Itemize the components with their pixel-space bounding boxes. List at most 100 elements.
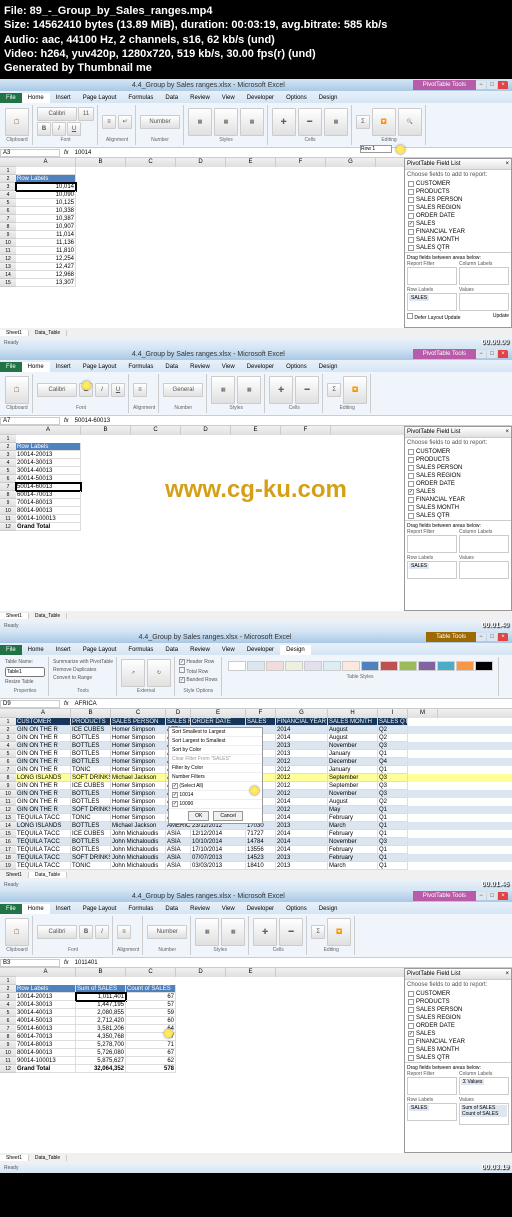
context-tab[interactable]: PivotTable Tools [413, 80, 476, 90]
cell[interactable]: 11,810 [16, 247, 76, 255]
tab-home[interactable]: Home [22, 93, 50, 103]
field-item[interactable]: FINANCIAL YEAR [405, 228, 511, 236]
cell[interactable]: 60014-70013 [16, 491, 81, 499]
find-button[interactable]: 🔍 [398, 108, 422, 136]
cancel-button[interactable]: Cancel [213, 811, 243, 821]
number-filters[interactable]: Number Filters [169, 773, 262, 782]
cell[interactable]: 10,907 [16, 223, 76, 231]
sheet-tab-2[interactable]: Data_Table [29, 330, 67, 336]
font-select[interactable]: Calibri [37, 107, 77, 121]
cell-styles-button[interactable]: ▦ [240, 108, 264, 136]
bold-button[interactable]: B [37, 122, 51, 136]
cell[interactable]: 40014-50013 [16, 475, 81, 483]
cell[interactable]: 80014-90013 [16, 507, 81, 515]
row-labels-zone[interactable]: SALES [407, 293, 457, 311]
cell[interactable]: 70014-80013 [16, 499, 81, 507]
row-1[interactable]: 1 [0, 167, 16, 175]
maximize-icon[interactable]: □ [487, 350, 497, 358]
close-icon[interactable]: × [498, 81, 508, 89]
format-table-button[interactable]: ▦ [214, 108, 238, 136]
field-item[interactable]: SALES QTR [405, 244, 511, 252]
col-a[interactable]: A [16, 158, 76, 167]
ok-button[interactable]: OK [188, 811, 209, 821]
cell[interactable]: 50014-60013 [16, 483, 81, 491]
number-format[interactable]: Number [140, 115, 180, 129]
col-f[interactable]: F [276, 158, 326, 167]
fx-icon[interactable]: fx [60, 150, 73, 156]
cell[interactable]: 11,014 [16, 231, 76, 239]
col-d[interactable]: D [176, 158, 226, 167]
tab-data[interactable]: Data [159, 93, 184, 103]
autosum-button[interactable]: Σ [356, 115, 370, 129]
row-labels-header[interactable]: Row Labels [16, 175, 76, 183]
clear-filter[interactable]: Clear Filter From "SALES" [169, 755, 262, 764]
field-list-close-icon[interactable]: × [505, 161, 509, 167]
update-button[interactable]: Update [493, 313, 509, 321]
tab-page-layout[interactable]: Page Layout [77, 93, 123, 103]
select-all-corner[interactable] [0, 158, 16, 167]
minimize-icon[interactable]: − [476, 81, 486, 89]
row-2[interactable]: 2 [0, 175, 16, 183]
close-icon[interactable]: × [498, 350, 508, 358]
underline-button[interactable]: U [67, 122, 81, 136]
field-item[interactable]: SALES REGION [405, 204, 511, 212]
field-item[interactable]: SALES PERSON [405, 196, 511, 204]
sort-asc[interactable]: Sort Smallest to Largest [169, 728, 262, 737]
cell[interactable]: 30014-40013 [16, 467, 81, 475]
font-size[interactable]: 11 [78, 107, 94, 121]
file-tab[interactable]: File [0, 93, 22, 103]
format-button[interactable]: ▦ [324, 108, 348, 136]
cond-format-button[interactable]: ▦ [188, 108, 212, 136]
tab-developer[interactable]: Developer [241, 93, 280, 103]
tab-formulas[interactable]: Formulas [122, 93, 159, 103]
cell[interactable]: 12,254 [16, 255, 76, 263]
formula-input[interactable]: 10014 [73, 150, 512, 156]
cell[interactable]: 10014-20013 [16, 451, 81, 459]
name-box[interactable]: A3 [0, 149, 60, 157]
values-zone[interactable] [459, 293, 509, 311]
paste-button[interactable]: 📋 [5, 376, 29, 404]
cell[interactable]: 11,136 [16, 239, 76, 247]
maximize-icon[interactable]: □ [487, 81, 497, 89]
cell[interactable]: 10,387 [16, 215, 76, 223]
align-button[interactable]: ≡ [102, 115, 116, 129]
report-filter-zone[interactable] [407, 267, 457, 285]
col-c[interactable]: C [126, 158, 176, 167]
insert-button[interactable]: ➕ [272, 108, 296, 136]
cell[interactable]: 10,014 [16, 183, 76, 191]
cell[interactable]: 20014-30013 [16, 459, 81, 467]
col-b[interactable]: B [76, 158, 126, 167]
sheet-tab-1[interactable]: Sheet1 [0, 330, 29, 336]
field-item[interactable]: ORDER DATE [405, 212, 511, 220]
cell[interactable]: 12,427 [16, 263, 76, 271]
cell[interactable]: 13,307 [16, 279, 76, 287]
col-e[interactable]: E [226, 158, 276, 167]
cell[interactable]: 12,968 [16, 271, 76, 279]
paste-button[interactable]: 📋 [5, 108, 29, 136]
sort-filter-button[interactable]: 🔽 [372, 108, 396, 136]
sort-color[interactable]: Sort by Color [169, 746, 262, 755]
tab-insert[interactable]: Insert [50, 93, 77, 103]
defer-checkbox[interactable] [407, 313, 413, 319]
tab-options[interactable]: Options [280, 93, 313, 103]
minimize-icon[interactable]: − [476, 350, 486, 358]
tab-design[interactable]: Design [313, 93, 344, 103]
cell[interactable]: 10,125 [16, 199, 76, 207]
cell[interactable]: 10,090 [16, 191, 76, 199]
filter-color[interactable]: Filter by Color [169, 764, 262, 773]
field-item[interactable]: SALES [405, 220, 511, 228]
tab-review[interactable]: Review [184, 93, 216, 103]
select-all-checkbox[interactable] [172, 783, 178, 789]
tab-view[interactable]: View [216, 93, 241, 103]
field-item[interactable]: PRODUCTS [405, 188, 511, 196]
column-labels-zone[interactable] [459, 267, 509, 285]
cell[interactable]: 10,338 [16, 207, 76, 215]
cell[interactable]: Grand Total [16, 523, 81, 531]
delete-button[interactable]: ➖ [298, 108, 322, 136]
col-g[interactable]: G [326, 158, 376, 167]
italic-button[interactable]: I [52, 122, 66, 136]
field-item[interactable]: SALES MONTH [405, 236, 511, 244]
sort-desc[interactable]: Sort Largest to Smallest [169, 737, 262, 746]
wrap-button[interactable]: ↵ [118, 115, 132, 129]
cell[interactable]: 90014-100013 [16, 515, 81, 523]
